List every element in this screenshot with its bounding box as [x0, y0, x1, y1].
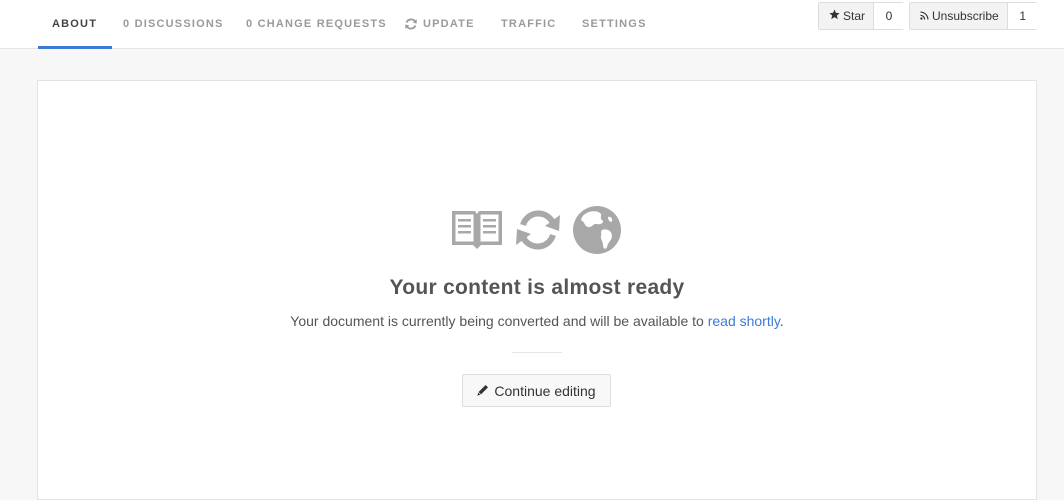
star-label: Star: [843, 9, 866, 23]
tab-discussions[interactable]: 0 DISCUSSIONS: [123, 0, 224, 48]
unsubscribe-button-group: Unsubscribe 1: [909, 2, 1038, 30]
status-message-text: Your document is currently being convert…: [290, 313, 708, 329]
status-message: Your document is currently being convert…: [0, 313, 1064, 329]
tab-label: 0 CHANGE REQUESTS: [246, 18, 387, 30]
status-illustration: [450, 203, 622, 255]
star-count[interactable]: 0: [874, 3, 905, 29]
tab-label: UPDATE: [423, 18, 475, 30]
read-shortly-link[interactable]: read shortly: [708, 313, 780, 329]
top-nav-bar: ABOUT 0 DISCUSSIONS 0 CHANGE REQUESTS UP…: [0, 0, 1064, 49]
rss-icon: [920, 9, 929, 23]
status-message-end: .: [779, 313, 784, 329]
book-icon: [450, 207, 504, 254]
tab-change-requests[interactable]: 0 CHANGE REQUESTS: [246, 0, 387, 48]
star-button[interactable]: Star: [819, 3, 875, 29]
tab-settings[interactable]: SETTINGS: [582, 0, 647, 48]
tab-label: SETTINGS: [582, 18, 647, 30]
tab-label: 0 DISCUSSIONS: [123, 18, 224, 30]
tab-about[interactable]: ABOUT: [37, 0, 113, 49]
refresh-icon: [404, 17, 418, 31]
tab-label: TRAFFIC: [501, 18, 557, 30]
continue-editing-button[interactable]: Continue editing: [462, 374, 611, 407]
divider: [512, 352, 562, 353]
tab-label: ABOUT: [52, 18, 98, 30]
globe-icon: [572, 205, 622, 260]
unsubscribe-label: Unsubscribe: [932, 9, 999, 23]
tab-update[interactable]: UPDATE: [404, 0, 475, 48]
pencil-icon: [477, 383, 489, 399]
unsubscribe-button[interactable]: Unsubscribe: [910, 3, 1008, 29]
star-icon: [829, 9, 840, 23]
page-title: Your content is almost ready: [389, 276, 685, 299]
tab-traffic[interactable]: TRAFFIC: [501, 0, 556, 48]
refresh-icon: [512, 207, 564, 258]
subscriber-count[interactable]: 1: [1007, 3, 1038, 29]
continue-editing-label: Continue editing: [494, 382, 596, 399]
star-button-group: Star 0: [818, 2, 905, 30]
